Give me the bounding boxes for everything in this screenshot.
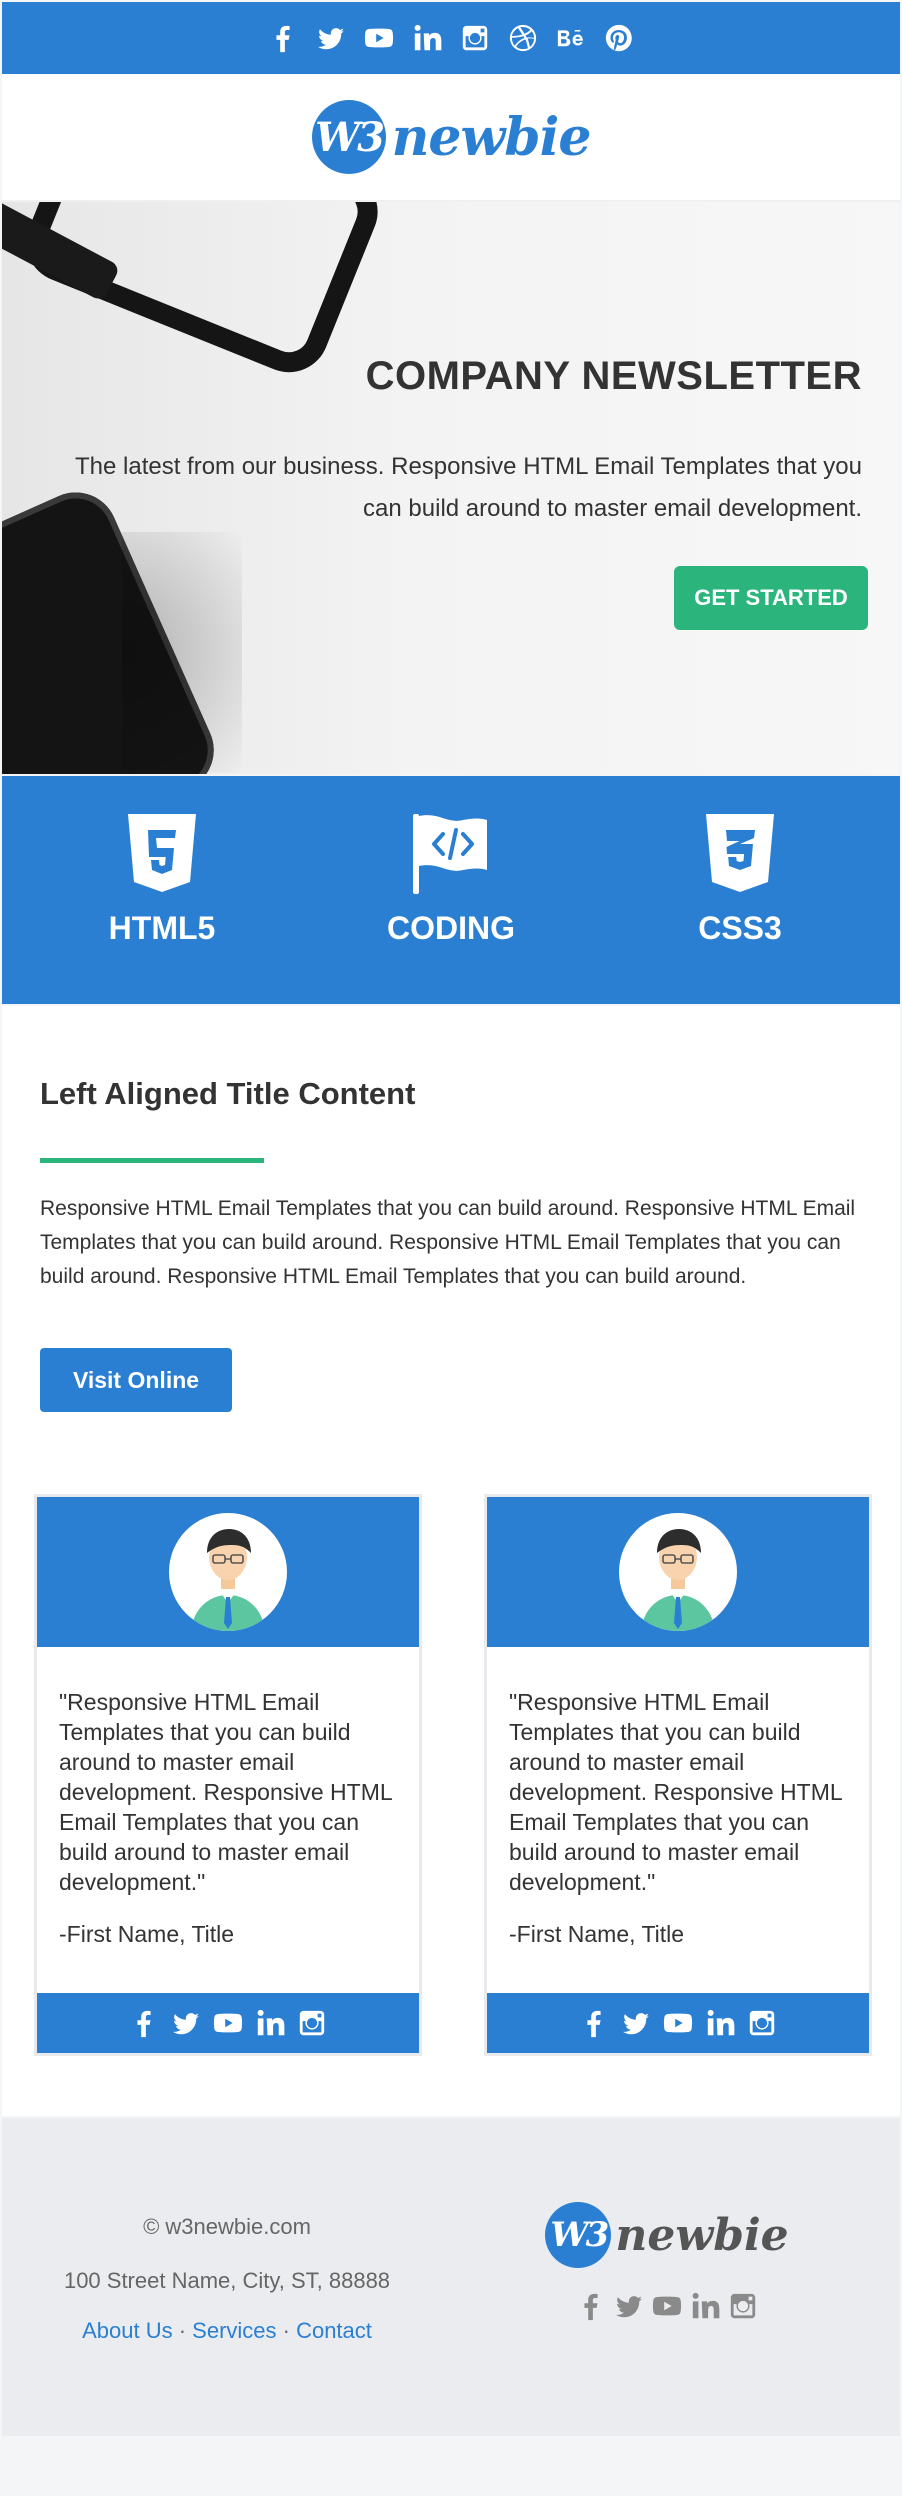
html5-icon bbox=[128, 814, 196, 892]
feature-html5: HTML5 bbox=[82, 776, 242, 1004]
get-started-button[interactable]: GET STARTED bbox=[674, 566, 868, 630]
footer-logo-word: newbie bbox=[615, 2209, 789, 2261]
footer-copyright: © w3newbie.com bbox=[143, 2214, 311, 2239]
youtube-icon[interactable] bbox=[211, 2006, 245, 2040]
facebook-icon[interactable] bbox=[127, 2006, 161, 2040]
testimonial-header bbox=[37, 1497, 419, 1647]
feature-coding: CODING bbox=[371, 776, 531, 1004]
footer-logo[interactable]: W3 newbie bbox=[545, 2202, 789, 2268]
twitter-icon[interactable] bbox=[613, 2290, 645, 2322]
linkedin-icon[interactable] bbox=[703, 2006, 737, 2040]
dribbble-icon[interactable] bbox=[507, 22, 539, 54]
instagram-icon[interactable] bbox=[727, 2290, 759, 2322]
footer-info: © w3newbie.com 100 Street Name, City, ST… bbox=[32, 2214, 422, 2344]
testimonial-quote: "Responsive HTML Email Templates that yo… bbox=[59, 1689, 392, 1895]
logo-word: newbie bbox=[391, 106, 592, 168]
footer-links: About Us · Services · Contact bbox=[32, 2318, 422, 2344]
avatar bbox=[619, 1513, 737, 1631]
feature-label: HTML5 bbox=[108, 910, 216, 946]
hero-glasses-image bbox=[14, 202, 390, 385]
logo[interactable]: W3 newbie bbox=[311, 100, 592, 174]
footer-link-services[interactable]: Services bbox=[192, 2318, 276, 2343]
twitter-icon[interactable] bbox=[169, 2006, 203, 2040]
twitter-icon[interactable] bbox=[315, 22, 347, 54]
section-title: Left Aligned Title Content bbox=[40, 1076, 416, 1111]
footer-link-separator: · bbox=[276, 2318, 297, 2343]
avatar bbox=[169, 1513, 287, 1631]
feature-label: CSS3 bbox=[698, 910, 782, 946]
twitter-icon[interactable] bbox=[619, 2006, 653, 2040]
hero: COMPANY NEWSLETTER The latest from our b… bbox=[2, 202, 900, 774]
youtube-icon[interactable] bbox=[651, 2290, 683, 2322]
logo-mark: W3 bbox=[311, 100, 386, 174]
testimonial-card: "Responsive HTML Email Templates that yo… bbox=[484, 1494, 872, 2056]
features-band: HTML5 CODING CSS3 bbox=[2, 776, 900, 1004]
hero-phone-shadow bbox=[122, 532, 242, 772]
linkedin-icon[interactable] bbox=[253, 2006, 287, 2040]
footer-brand: W3 newbie bbox=[542, 2202, 792, 2322]
css3-icon bbox=[706, 814, 774, 892]
pinterest-icon[interactable] bbox=[603, 22, 635, 54]
hero-subtitle: The latest from our business. Responsive… bbox=[74, 453, 862, 522]
footer-link-about[interactable]: About Us bbox=[82, 2318, 173, 2343]
instagram-icon[interactable] bbox=[745, 2006, 779, 2040]
footer-logo-mark: W3 bbox=[545, 2202, 612, 2268]
code-flag-icon bbox=[413, 814, 487, 894]
instagram-icon[interactable] bbox=[295, 2006, 329, 2040]
footer-link-contact[interactable]: Contact bbox=[296, 2318, 372, 2343]
footer-link-separator: · bbox=[172, 2318, 193, 2343]
title-divider bbox=[40, 1158, 264, 1163]
behance-icon[interactable] bbox=[555, 22, 587, 54]
youtube-icon[interactable] bbox=[661, 2006, 695, 2040]
linkedin-icon[interactable] bbox=[689, 2290, 721, 2322]
feature-css3: CSS3 bbox=[660, 776, 820, 1004]
testimonial-signature: -First Name, Title bbox=[509, 1921, 685, 1947]
testimonial-header bbox=[487, 1497, 869, 1647]
instagram-icon[interactable] bbox=[459, 22, 491, 54]
testimonial-card: "Responsive HTML Email Templates that yo… bbox=[34, 1494, 422, 2056]
testimonial-signature: -First Name, Title bbox=[59, 1921, 235, 1947]
social-bar-top bbox=[2, 2, 900, 74]
facebook-icon[interactable] bbox=[575, 2290, 607, 2322]
facebook-icon[interactable] bbox=[577, 2006, 611, 2040]
testimonial-quote: "Responsive HTML Email Templates that yo… bbox=[509, 1689, 842, 1895]
testimonial-social-bar bbox=[487, 1993, 869, 2053]
youtube-icon[interactable] bbox=[363, 22, 395, 54]
testimonial-social-bar bbox=[37, 1993, 419, 2053]
footer-address: 100 Street Name, City, ST, 88888 bbox=[63, 2268, 391, 2293]
section-body: Responsive HTML Email Templates that you… bbox=[40, 1197, 856, 1288]
feature-label: CODING bbox=[387, 910, 515, 946]
visit-online-button[interactable]: Visit Online bbox=[40, 1348, 232, 1412]
linkedin-icon[interactable] bbox=[411, 22, 443, 54]
footer: © w3newbie.com 100 Street Name, City, ST… bbox=[2, 2118, 900, 2436]
header-logo-band: W3 newbie bbox=[2, 74, 900, 202]
facebook-icon[interactable] bbox=[267, 22, 299, 54]
footer-social-icons bbox=[575, 2290, 759, 2322]
content-section: Left Aligned Title Content Responsive HT… bbox=[2, 1006, 900, 2116]
hero-title: COMPANY NEWSLETTER bbox=[365, 354, 862, 398]
